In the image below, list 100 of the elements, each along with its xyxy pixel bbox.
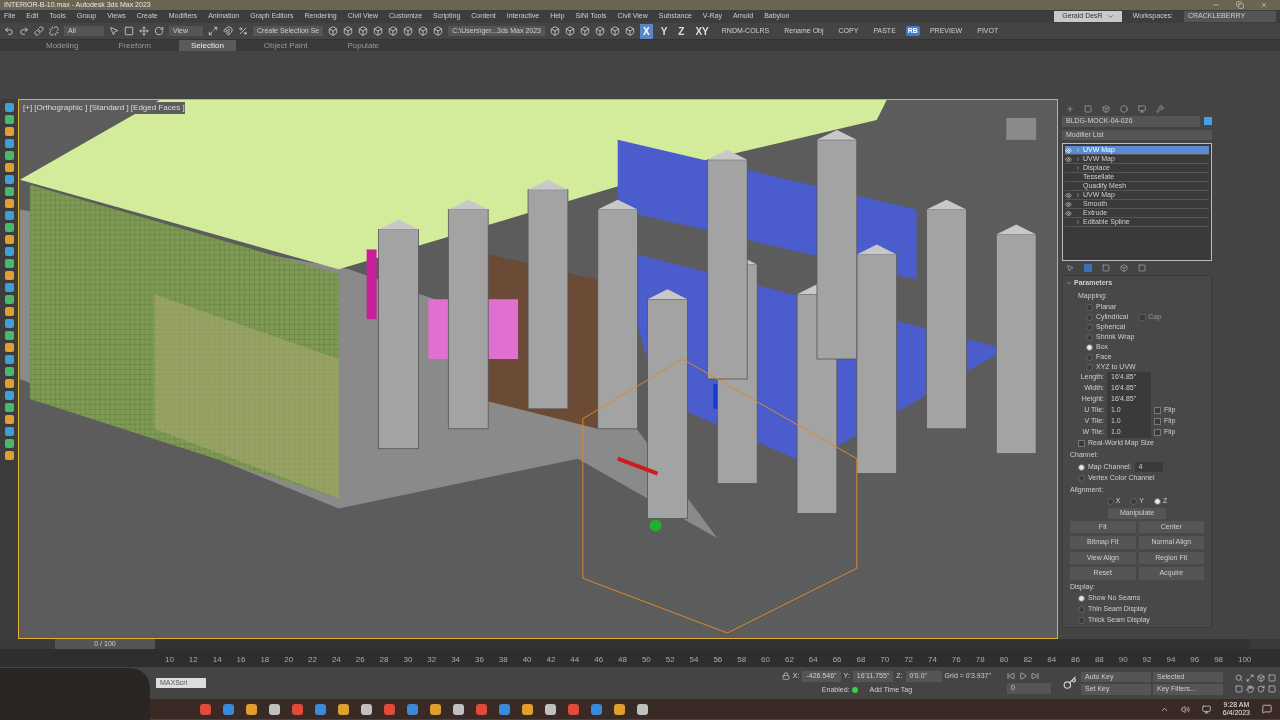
toolbar-icon[interactable]	[418, 26, 429, 36]
frame-tick-label: 74	[928, 654, 937, 666]
restore-icon[interactable]	[1236, 1, 1244, 9]
toolbar-icon[interactable]	[595, 26, 605, 36]
toolbar-icon[interactable]	[565, 26, 575, 36]
radio-button[interactable]	[1086, 323, 1093, 331]
toolbar-icon[interactable]	[610, 26, 620, 36]
checkbox[interactable]	[1154, 429, 1161, 436]
taskbar-app-icon[interactable]	[476, 703, 487, 715]
notifications-icon[interactable]	[1262, 704, 1272, 714]
toolbar-icon[interactable]	[19, 26, 29, 36]
radio-button[interactable]	[1086, 303, 1093, 311]
toolbar-icon[interactable]	[49, 26, 59, 36]
taskbar-app-icon[interactable]	[338, 703, 349, 715]
visibility-eye-icon[interactable]	[1065, 209, 1072, 217]
taskbar-app-icon[interactable]	[315, 703, 326, 715]
axis-button[interactable]: XY	[692, 23, 712, 39]
taskbar-app-icon[interactable]	[361, 703, 372, 715]
lock-icon[interactable]	[781, 672, 790, 681]
zoom-icon[interactable]	[1235, 673, 1243, 682]
frame-tick-label: 80	[999, 654, 1009, 666]
timeline-track[interactable]: 10 12 14 16 18 20 22 24 26 28 30 32 34 36 38 40 42 44 46 48 50 52 54 56 58 60 62 64 66 68 70 72 74 76 78 80 82 84 86 88 90 92 94 96 98 100	[0, 649, 1280, 667]
axis-button[interactable]: Z	[675, 23, 688, 39]
radio-button[interactable]	[1154, 498, 1162, 505]
play-icon[interactable]	[1019, 672, 1027, 681]
ribbon-tab[interactable]: Modeling	[34, 39, 91, 52]
toolbar-icon[interactable]	[403, 26, 414, 36]
ribbon-tab[interactable]: Object Paint	[251, 39, 320, 52]
toolbar-icon[interactable]	[388, 26, 399, 36]
taskbar-app-icon[interactable]	[499, 703, 510, 715]
go-to-start-icon[interactable]	[1007, 672, 1015, 681]
frame-tick-label: 78	[975, 654, 985, 666]
toolbar-icon[interactable]	[223, 26, 233, 36]
viewport-label[interactable]: [+] [Orthographic ] [Standard ] [Edged Faces ]	[23, 102, 185, 114]
taskbar-app-icon[interactable]	[637, 703, 648, 715]
radio-button[interactable]	[1086, 353, 1093, 361]
taskbar-app-icon[interactable]	[591, 703, 602, 715]
taskbar-app-icon[interactable]	[223, 703, 234, 715]
radio-button[interactable]	[1078, 606, 1085, 613]
toolbar-icon[interactable]	[580, 26, 590, 36]
frame-tick-label: 88	[1094, 654, 1104, 666]
radio-button[interactable]	[1086, 333, 1093, 341]
visibility-eye-icon[interactable]	[1065, 155, 1072, 163]
visibility-eye-icon[interactable]	[1065, 200, 1072, 208]
visibility-eye-icon[interactable]	[1065, 191, 1072, 199]
close-icon[interactable]	[1260, 1, 1268, 9]
object-color-swatch[interactable]	[1204, 117, 1212, 126]
taskbar-app-icon[interactable]	[453, 703, 464, 715]
utilities-icon[interactable]	[1156, 105, 1164, 113]
taskbar-app-icon[interactable]	[545, 703, 556, 715]
checkbox[interactable]	[1078, 440, 1085, 447]
toolbar-icon[interactable]	[139, 26, 149, 36]
checkbox[interactable]	[1154, 407, 1161, 414]
taskbar-app-icon[interactable]	[568, 703, 579, 715]
taskbar-app-icon[interactable]	[614, 703, 625, 715]
axis-button[interactable]: X	[640, 23, 653, 39]
taskbar-app-icon[interactable]	[430, 703, 441, 715]
radio-button[interactable]	[1086, 313, 1093, 321]
radio-button[interactable]	[1078, 463, 1085, 471]
axis-button[interactable]: Y	[657, 23, 671, 39]
create-icon[interactable]	[1066, 105, 1074, 113]
pan-icon[interactable]	[1246, 684, 1254, 693]
toolbar-icon[interactable]	[208, 26, 218, 36]
radio-button[interactable]	[1086, 343, 1093, 351]
caret-icon	[1106, 13, 1114, 20]
frame-tick-label: 56	[713, 654, 723, 666]
frame-tick-label: 14	[212, 654, 222, 666]
enabled-indicator[interactable]	[852, 686, 859, 693]
taskbar-app-icon[interactable]	[269, 703, 280, 715]
toolbar-icon[interactable]	[373, 26, 384, 36]
radio-button[interactable]	[1078, 617, 1085, 624]
taskbar-app-icon[interactable]	[200, 703, 211, 715]
viewport[interactable]: [+] [Orthographic ] [Standard ] [Edged Faces ]	[18, 99, 1058, 639]
radio-button[interactable]	[1086, 363, 1093, 371]
radio-button[interactable]	[1078, 474, 1085, 482]
toolbar-icon[interactable]	[4, 26, 14, 36]
toolbar-icon[interactable]	[328, 26, 339, 36]
toolbar-icon[interactable]	[34, 26, 44, 36]
toolbar-icon[interactable]	[550, 26, 560, 36]
set-key-icon[interactable]	[1063, 676, 1077, 690]
go-to-end-icon[interactable]	[1031, 672, 1039, 681]
radio-button[interactable]	[1106, 498, 1114, 505]
ribbon-tab[interactable]: Populate	[335, 39, 391, 52]
toolbar-icon[interactable]	[154, 26, 164, 36]
taskbar-app-icon[interactable]	[384, 703, 395, 715]
checkbox[interactable]	[1154, 418, 1161, 425]
radio-button[interactable]	[1078, 595, 1085, 602]
toolbar-icon[interactable]	[343, 26, 354, 36]
taskbar-app-icon[interactable]	[522, 703, 533, 715]
toolbar-icon[interactable]	[238, 26, 248, 36]
taskbar-app-icon[interactable]	[407, 703, 418, 715]
network-icon[interactable]	[1201, 704, 1211, 714]
taskbar-app-icon[interactable]	[246, 703, 257, 715]
radio-button[interactable]	[1130, 498, 1138, 505]
toolbar-icon[interactable]	[433, 26, 444, 36]
toolbar-icon[interactable]	[358, 26, 369, 36]
taskbar-app-icon[interactable]	[292, 703, 303, 715]
volume-icon[interactable]	[1180, 704, 1190, 714]
ribbon-tab[interactable]: Freeform	[106, 39, 163, 52]
toolbar-icon[interactable]	[625, 26, 635, 36]
